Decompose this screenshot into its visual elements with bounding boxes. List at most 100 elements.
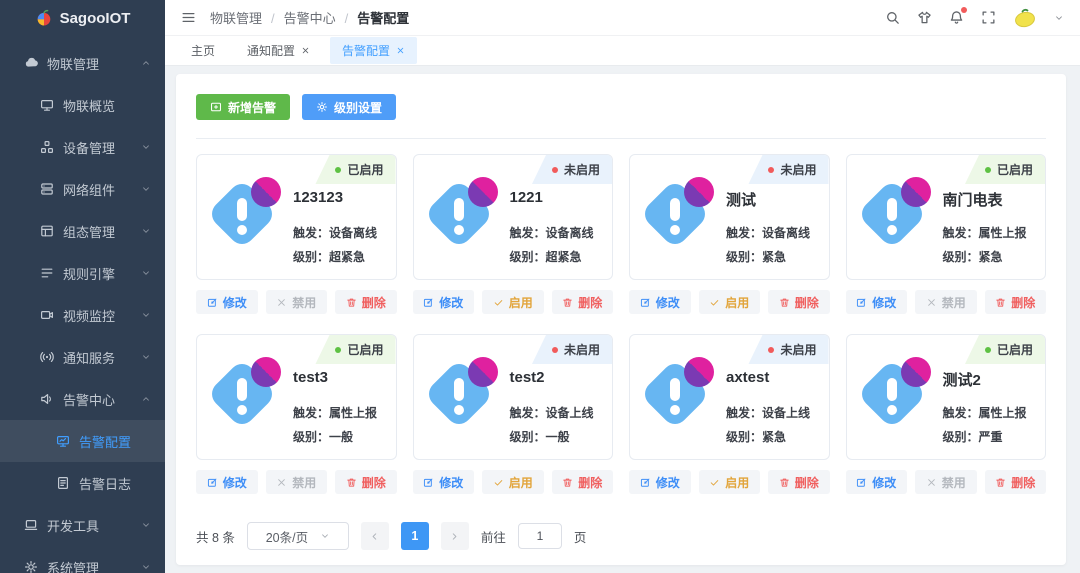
close-icon — [276, 297, 287, 308]
sidebar-item[interactable]: 视频监控 — [0, 294, 165, 336]
delete-button[interactable]: 删除 — [985, 470, 1047, 494]
status-dot — [335, 167, 341, 173]
toggle-enable-button[interactable]: 禁用 — [915, 470, 977, 494]
tab[interactable]: 通知配置 — [235, 37, 322, 64]
breadcrumb-item[interactable]: 物联管理 — [210, 8, 284, 27]
edit-button[interactable]: 修改 — [846, 290, 908, 314]
edit-button[interactable]: 修改 — [629, 470, 691, 494]
topbar-actions — [885, 6, 1064, 30]
delete-button[interactable]: 删除 — [552, 290, 614, 314]
toggle-enable-button[interactable]: 启用 — [699, 290, 761, 314]
prev-page-button[interactable] — [361, 522, 389, 550]
sidebar-item[interactable]: 设备管理 — [0, 126, 165, 168]
status-label: 未启用 — [780, 341, 816, 358]
chevron-icon — [141, 520, 151, 530]
chevron-icon — [141, 142, 151, 152]
edit-button[interactable]: 修改 — [196, 470, 258, 494]
trash-icon — [779, 477, 790, 488]
edit-button[interactable]: 修改 — [413, 290, 475, 314]
alert-card: 已启用 南门电表 — [846, 154, 1047, 314]
sidebar-item[interactable]: 物联概览 — [0, 84, 165, 126]
sidebar-item[interactable]: 网络组件 — [0, 168, 165, 210]
trigger-field: 触发：设备上线 — [510, 404, 603, 421]
level-field: 级别：紧急 — [726, 248, 819, 265]
check-icon — [709, 297, 720, 308]
alert-card-body: 未启用 1221 — [413, 154, 614, 280]
edit-button[interactable]: 修改 — [629, 290, 691, 314]
user-menu-caret-icon[interactable] — [1054, 13, 1064, 23]
video-icon — [40, 308, 54, 322]
alert-name: 测试2 — [943, 369, 1036, 390]
collapse-menu-icon[interactable] — [181, 10, 196, 25]
toggle-enable-button[interactable]: 启用 — [482, 290, 544, 314]
level-field: 级别：超紧急 — [293, 248, 386, 265]
alert-name: 123123 — [293, 189, 386, 206]
sidebar-item[interactable]: 物联管理 — [0, 42, 165, 84]
close-icon[interactable] — [396, 46, 405, 55]
check-icon — [709, 477, 720, 488]
gear-icon — [316, 101, 328, 113]
alert-name: test3 — [293, 369, 386, 386]
current-page[interactable]: 1 — [401, 522, 429, 550]
goto-page-input[interactable] — [518, 523, 562, 549]
edit-button[interactable]: 修改 — [196, 290, 258, 314]
sidebar-menu: 物联管理 物联概览 设备管理 网络组件 — [0, 36, 165, 573]
tab[interactable]: 告警配置 — [330, 37, 417, 64]
toggle-enable-button[interactable]: 禁用 — [266, 470, 328, 494]
trash-icon — [562, 297, 573, 308]
close-icon[interactable] — [301, 46, 310, 55]
sidebar-item[interactable]: 组态管理 — [0, 210, 165, 252]
status-badge: 已启用 — [315, 155, 395, 184]
brand[interactable]: SagooIOT — [0, 0, 165, 36]
search-icon[interactable] — [885, 10, 900, 25]
alert-config-panel: 新增告警 级别设置 已 — [176, 74, 1066, 565]
toggle-enable-button[interactable]: 启用 — [699, 470, 761, 494]
edit-button[interactable]: 修改 — [846, 470, 908, 494]
status-dot — [768, 347, 774, 353]
delete-button[interactable]: 删除 — [335, 290, 397, 314]
sidebar-item[interactable]: 告警中心 — [0, 378, 165, 420]
trigger-field: 触发：设备上线 — [726, 404, 819, 421]
sidebar-item[interactable]: 告警配置 — [0, 420, 165, 462]
alert-card-actions: 修改 启用 删除 — [413, 470, 614, 494]
breadcrumb-item[interactable]: 告警配置 — [357, 8, 409, 27]
theme-icon[interactable] — [917, 10, 932, 25]
alert-icon — [424, 355, 502, 439]
notification-bell-icon[interactable] — [949, 10, 964, 25]
toggle-enable-button[interactable]: 禁用 — [915, 290, 977, 314]
alert-icon — [207, 175, 285, 259]
add-alert-button[interactable]: 新增告警 — [196, 94, 290, 120]
toggle-enable-button[interactable]: 启用 — [482, 470, 544, 494]
level-settings-button[interactable]: 级别设置 — [302, 94, 396, 120]
tab-label: 主页 — [191, 42, 215, 59]
status-label: 未启用 — [780, 161, 816, 178]
delete-button[interactable]: 删除 — [335, 470, 397, 494]
edit-button[interactable]: 修改 — [413, 470, 475, 494]
alert-icon — [857, 355, 935, 439]
delete-button[interactable]: 删除 — [768, 290, 830, 314]
sidebar-item[interactable]: 开发工具 — [0, 504, 165, 546]
sidebar-item[interactable]: 告警日志 — [0, 462, 165, 504]
trigger-field: 触发：属性上报 — [943, 404, 1036, 421]
edit-icon — [207, 477, 218, 488]
chevron-icon — [141, 184, 151, 194]
toggle-enable-button[interactable]: 禁用 — [266, 290, 328, 314]
sidebar-item[interactable]: 规则引擎 — [0, 252, 165, 294]
toolbar: 新增告警 级别设置 — [196, 94, 1046, 120]
user-avatar[interactable] — [1013, 6, 1037, 30]
breadcrumb-item[interactable]: 告警中心 — [284, 8, 358, 27]
next-page-button[interactable] — [441, 522, 469, 550]
sidebar-item[interactable]: 通知服务 — [0, 336, 165, 378]
tab[interactable]: 主页 — [179, 37, 227, 64]
delete-button[interactable]: 删除 — [768, 470, 830, 494]
system-icon — [24, 560, 38, 573]
page-size-select[interactable]: 20条/页 — [247, 522, 349, 550]
delete-button[interactable]: 删除 — [985, 290, 1047, 314]
status-badge: 未启用 — [748, 335, 828, 364]
fullscreen-icon[interactable] — [981, 10, 996, 25]
trash-icon — [346, 297, 357, 308]
alert-card: 未启用 test2 — [413, 334, 614, 494]
sidebar-item[interactable]: 系统管理 — [0, 546, 165, 573]
status-badge: 已启用 — [315, 335, 395, 364]
delete-button[interactable]: 删除 — [552, 470, 614, 494]
